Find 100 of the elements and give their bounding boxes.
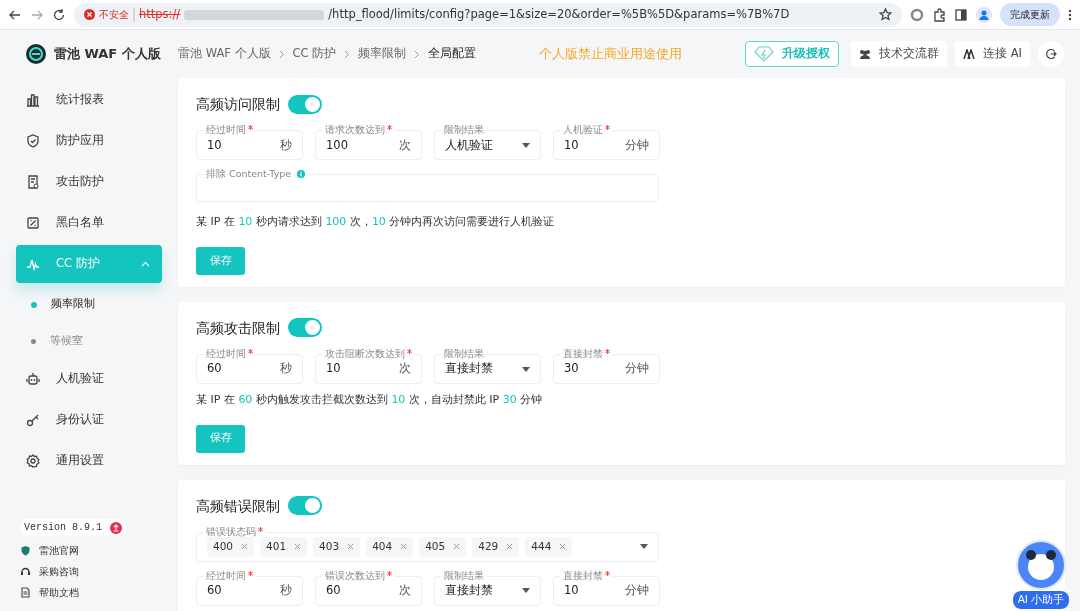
status-code-tag[interactable]: 403 xyxy=(313,536,361,557)
url-scheme: https:// xyxy=(139,5,181,23)
unit-label: 分钟 xyxy=(625,360,649,378)
footer-link[interactable]: 雷池官网 xyxy=(20,540,162,561)
warning-icon xyxy=(84,9,95,20)
logout-button[interactable] xyxy=(1038,41,1064,67)
caret-icon xyxy=(522,142,530,148)
field-label: 经过时间 xyxy=(206,569,246,582)
field-value: 10 xyxy=(564,136,580,154)
star-icon[interactable] xyxy=(879,8,892,21)
document-icon xyxy=(20,587,31,598)
field-label: 限制结果 xyxy=(444,124,484,136)
unit-label: 秒 xyxy=(280,136,292,154)
sidebar-item[interactable]: 人机验证 xyxy=(16,360,162,398)
assistant-icon[interactable] xyxy=(1016,540,1066,591)
sidebar-item[interactable]: 攻击防护 xyxy=(16,163,162,201)
document-icon xyxy=(26,175,40,189)
summary-text: 某 IP 在 60 秒内触发攻击拦截次数达到 10 次，自动封禁此 IP 30 分钟 xyxy=(196,392,544,408)
key-icon xyxy=(26,413,40,427)
field-value: 60 xyxy=(207,582,223,600)
toggle-switch[interactable] xyxy=(288,496,322,516)
select-value: 人机验证 xyxy=(445,136,494,154)
select-value: 直接封禁 xyxy=(445,360,494,378)
ai-button[interactable]: 连接 AI xyxy=(955,41,1030,67)
status-code-tag[interactable]: 429 xyxy=(472,536,520,557)
unit-label: 分钟 xyxy=(625,582,649,600)
ai-logo-icon xyxy=(963,49,976,59)
status-code-tag[interactable]: 405 xyxy=(419,536,467,557)
chevron-icon xyxy=(344,49,351,59)
submenu-item[interactable]: 等候室 xyxy=(16,323,162,360)
chevron-icon xyxy=(278,49,285,59)
select-value: 直接封禁 xyxy=(445,582,494,600)
status-code-tag[interactable]: 400 xyxy=(207,536,255,557)
shield-icon xyxy=(26,134,40,148)
field-value: 10 xyxy=(564,582,580,600)
field-label: 错误次数达到 xyxy=(325,569,385,582)
avatar-icon[interactable] xyxy=(976,6,992,23)
breadcrumb-item[interactable]: 雷池 WAF 个人版 xyxy=(178,45,271,63)
footer-link[interactable]: 帮助文档 xyxy=(20,582,162,603)
remove-icon[interactable] xyxy=(453,543,461,551)
remove-icon[interactable] xyxy=(347,543,355,551)
people-icon xyxy=(859,49,872,59)
toggle-switch[interactable] xyxy=(288,318,322,338)
breadcrumb-item[interactable]: CC 防护 xyxy=(292,45,337,63)
breadcrumb-item[interactable]: 频率限制 xyxy=(358,45,407,63)
status-code-tag[interactable]: 401 xyxy=(260,536,308,557)
circle-icon[interactable] xyxy=(910,7,924,22)
remove-icon[interactable] xyxy=(506,543,514,551)
sidebar-item[interactable]: 黑白名单 xyxy=(16,204,162,242)
field-label: 直接封禁 xyxy=(563,569,603,582)
field-value: 100 xyxy=(326,136,349,154)
group-button[interactable]: 技术交流群 xyxy=(851,41,948,67)
section-title: 高频访问限制 xyxy=(196,95,280,114)
status-code-tag[interactable]: 444 xyxy=(525,536,573,557)
remove-icon[interactable] xyxy=(559,543,567,551)
security-label[interactable]: 不安全 xyxy=(99,7,129,22)
field-label: 直接封禁 xyxy=(563,348,603,360)
unit-label: 秒 xyxy=(280,582,292,600)
url-text: /http_flood/limits/config?page=1&size=20&order=%5B%5D&params=%7B%7D xyxy=(328,5,790,23)
caret-icon xyxy=(640,544,648,550)
sidebar-item[interactable]: 通用设置 xyxy=(16,442,162,480)
field-label: 限制结果 xyxy=(444,348,484,360)
field-value: 60 xyxy=(207,360,223,378)
diamond-icon xyxy=(754,46,775,62)
status-code-tag[interactable]: 404 xyxy=(366,536,414,557)
remove-icon[interactable] xyxy=(294,543,302,551)
headset-icon xyxy=(20,566,31,577)
footer-link[interactable]: 采购咨询 xyxy=(20,561,162,582)
address-bar[interactable]: 不安全 https:// /http_flood/limits/config?page=1&size=20&order=%5B%5D&params=%7B%7D xyxy=(74,2,902,27)
summary-text: 某 IP 在 10 秒内请求达到 100 次，10 分钟内再次访问需要进行人机验证 xyxy=(196,214,556,231)
more-icon[interactable] xyxy=(1068,7,1072,22)
field-label: 错误状态码 xyxy=(206,525,256,538)
bullet-icon xyxy=(31,339,36,344)
field-label: 请求次数达到 xyxy=(325,124,385,136)
logout-icon xyxy=(1045,48,1057,60)
field-value: 60 xyxy=(326,582,342,600)
notice-text: 个人版禁止商业用途使用 xyxy=(539,44,683,63)
unit-label: 分钟 xyxy=(625,136,649,154)
field-value: 10 xyxy=(326,360,342,378)
bullet-icon xyxy=(31,301,37,308)
toggle-switch[interactable] xyxy=(288,94,322,114)
logo-icon xyxy=(26,44,46,64)
assistant-label[interactable]: AI 小助手 xyxy=(1012,591,1070,609)
sidebar-item[interactable]: 防护应用 xyxy=(16,122,162,160)
panel-icon[interactable] xyxy=(954,7,968,22)
field-value: 30 xyxy=(564,360,580,378)
version-badge: Version 8.9.1 xyxy=(20,519,126,536)
sidebar-item[interactable]: 身份认证 xyxy=(16,401,162,439)
field-label: 排除 Content-Type xyxy=(206,168,292,180)
unit-label: 次 xyxy=(399,360,411,378)
sidebar-item[interactable]: 统计报表 xyxy=(16,81,162,119)
update-button[interactable]: 完成更新 xyxy=(1000,3,1060,26)
gear-icon xyxy=(26,454,40,468)
puzzle-icon[interactable] xyxy=(932,7,946,22)
shield-icon xyxy=(20,545,31,556)
section-title: 高频错误限制 xyxy=(196,496,280,516)
reload-icon[interactable] xyxy=(52,7,66,22)
submenu-item[interactable]: 频率限制 xyxy=(16,286,162,323)
remove-icon[interactable] xyxy=(400,543,408,551)
remove-icon[interactable] xyxy=(241,543,249,551)
